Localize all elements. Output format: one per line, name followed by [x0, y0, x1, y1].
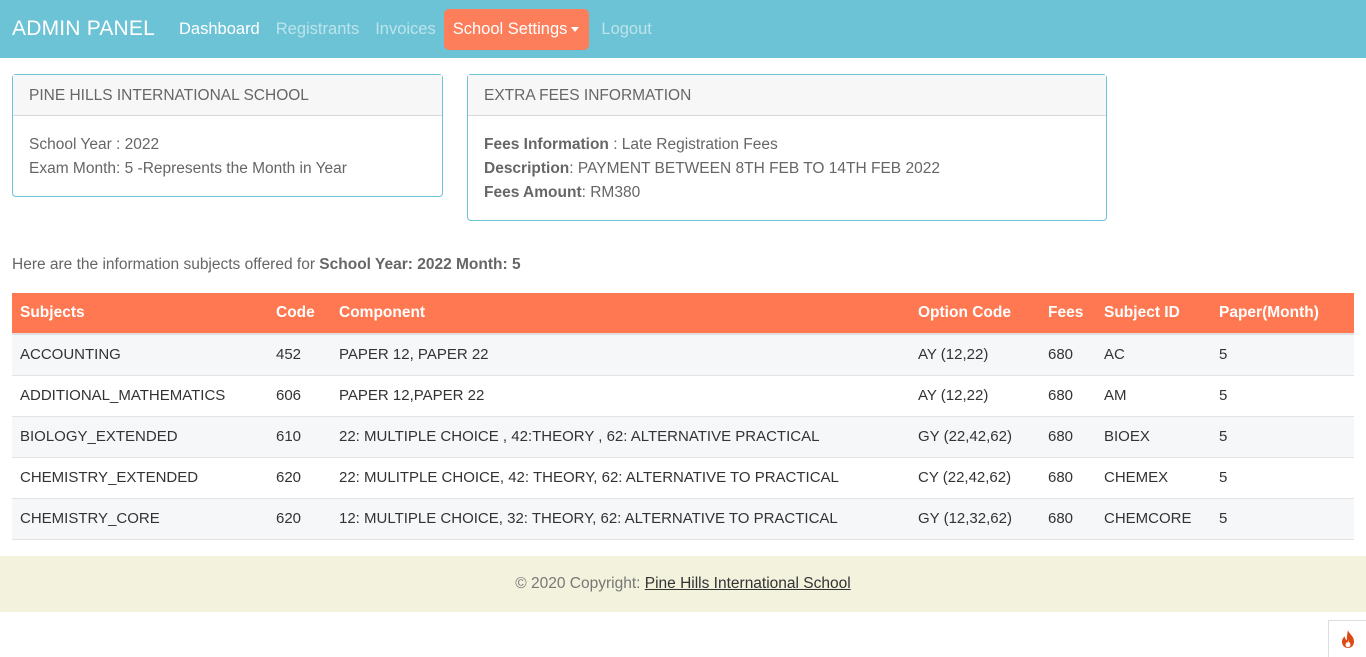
cell-subject-id: AM [1096, 374, 1211, 416]
fees-amount-line: Fees Amount: RM380 [484, 181, 1090, 205]
cell-component: 12: MULTIPLE CHOICE, 32: THEORY, 62: ALT… [331, 497, 910, 540]
cell-code: 620 [268, 456, 331, 498]
school-card: PINE HILLS INTERNATIONAL SCHOOL School Y… [12, 74, 443, 197]
table-row: CHEMISTRY_CORE 620 12: MULTIPLE CHOICE, … [12, 497, 1354, 540]
col-subjects: Subjects [12, 293, 268, 335]
fees-desc-value: : PAYMENT BETWEEN 8TH FEB TO 14TH FEB 20… [569, 160, 940, 177]
col-subject-id: Subject ID [1096, 293, 1211, 335]
footer: © 2020 Copyright: Pine Hills Internation… [0, 556, 1366, 612]
cell-subject: CHEMISTRY_EXTENDED [12, 456, 268, 498]
fees-card-body: Fees Information : Late Registration Fee… [468, 116, 1106, 205]
fees-card-header: EXTRA FEES INFORMATION [468, 75, 1106, 116]
cell-subject-id: BIOEX [1096, 415, 1211, 457]
cell-paper-month: 5 [1211, 497, 1354, 540]
cell-component: PAPER 12,PAPER 22 [331, 374, 910, 416]
nav-dashboard[interactable]: Dashboard [171, 9, 268, 49]
table-header-row: Subjects Code Component Option Code Fees… [12, 293, 1354, 335]
navbar: ADMIN PANEL Dashboard Registrants Invoic… [0, 0, 1366, 58]
table-row: CHEMISTRY_EXTENDED 620 22: MULITPLE CHOI… [12, 456, 1354, 498]
cell-paper-month: 5 [1211, 456, 1354, 498]
cell-fees: 680 [1040, 456, 1096, 498]
cell-subject-id: CHEMEX [1096, 456, 1211, 498]
fees-info-value: : Late Registration Fees [608, 136, 778, 153]
brand[interactable]: ADMIN PANEL [12, 17, 155, 41]
cell-code: 620 [268, 497, 331, 540]
school-year: School Year : 2022 [29, 136, 160, 153]
cell-subject-id: CHEMCORE [1096, 497, 1211, 540]
cell-paper-month: 5 [1211, 374, 1354, 416]
cell-subject: ACCOUNTING [12, 333, 268, 375]
cell-fees: 680 [1040, 497, 1096, 540]
table-row: BIOLOGY_EXTENDED 610 22: MULTIPLE CHOICE… [12, 415, 1354, 457]
intro-bold: School Year: 2022 Month: 5 [319, 256, 521, 273]
cell-subject: BIOLOGY_EXTENDED [12, 415, 268, 457]
nav-registrants[interactable]: Registrants [268, 9, 367, 49]
cell-subject: ADDITIONAL_MATHEMATICS [12, 374, 268, 416]
cell-code: 606 [268, 374, 331, 416]
footer-copyright: © 2020 Copyright: [515, 575, 645, 592]
intro-text: Here are the information subjects offere… [12, 256, 320, 273]
col-code: Code [268, 293, 331, 335]
cell-component: 22: MULTIPLE CHOICE , 42:THEORY , 62: AL… [331, 415, 910, 457]
fees-info-line: Fees Information : Late Registration Fee… [484, 133, 1090, 157]
table-row: ADDITIONAL_MATHEMATICS 606 PAPER 12,PAPE… [12, 374, 1354, 416]
cell-code: 452 [268, 333, 331, 375]
subjects-table: Subjects Code Component Option Code Fees… [12, 293, 1354, 540]
col-component: Component [331, 293, 910, 335]
cell-paper-month: 5 [1211, 333, 1354, 375]
fees-amount-label: Fees Amount [484, 184, 582, 201]
cell-option-code: AY (12,22) [910, 374, 1040, 416]
subjects-intro: Here are the information subjects offere… [12, 256, 521, 274]
col-paper-month: Paper(Month) [1211, 293, 1354, 335]
nav-logout[interactable]: Logout [593, 9, 659, 49]
table-row: ACCOUNTING 452 PAPER 12, PAPER 22 AY (12… [12, 333, 1354, 375]
flame-icon [1341, 630, 1354, 648]
footer-link[interactable]: Pine Hills International School [645, 575, 851, 592]
fees-desc-line: Description: PAYMENT BETWEEN 8TH FEB TO … [484, 157, 1090, 181]
debug-toolbar-button[interactable] [1328, 620, 1366, 657]
fees-amount-value: : RM380 [581, 184, 641, 201]
nav-school-settings-label: School Settings [452, 20, 568, 38]
cell-fees: 680 [1040, 374, 1096, 416]
fees-desc-label: Description [484, 160, 570, 177]
cell-option-code: GY (12,32,62) [910, 497, 1040, 540]
fees-info-label: Fees Information [484, 136, 609, 153]
cell-option-code: CY (22,42,62) [910, 456, 1040, 498]
nav-school-settings-dropdown[interactable]: School Settings [443, 8, 590, 50]
cell-paper-month: 5 [1211, 415, 1354, 457]
cell-component: 22: MULITPLE CHOICE, 42: THEORY, 62: ALT… [331, 456, 910, 498]
caret-down-icon [571, 26, 580, 32]
cell-fees: 680 [1040, 333, 1096, 375]
cell-option-code: GY (22,42,62) [910, 415, 1040, 457]
school-card-body: School Year : 2022 Exam Month: 5 -Repres… [13, 116, 442, 181]
col-option-code: Option Code [910, 293, 1040, 335]
cell-option-code: AY (12,22) [910, 333, 1040, 375]
fees-card: EXTRA FEES INFORMATION Fees Information … [467, 74, 1107, 221]
cell-subject-id: AC [1096, 333, 1211, 375]
col-fees: Fees [1040, 293, 1096, 335]
cell-fees: 680 [1040, 415, 1096, 457]
exam-month: Exam Month: 5 -Represents the Month in Y… [29, 160, 347, 177]
cell-code: 610 [268, 415, 331, 457]
cell-subject: CHEMISTRY_CORE [12, 497, 268, 540]
nav-invoices[interactable]: Invoices [367, 9, 444, 49]
cell-component: PAPER 12, PAPER 22 [331, 333, 910, 375]
school-card-header: PINE HILLS INTERNATIONAL SCHOOL [13, 75, 442, 116]
